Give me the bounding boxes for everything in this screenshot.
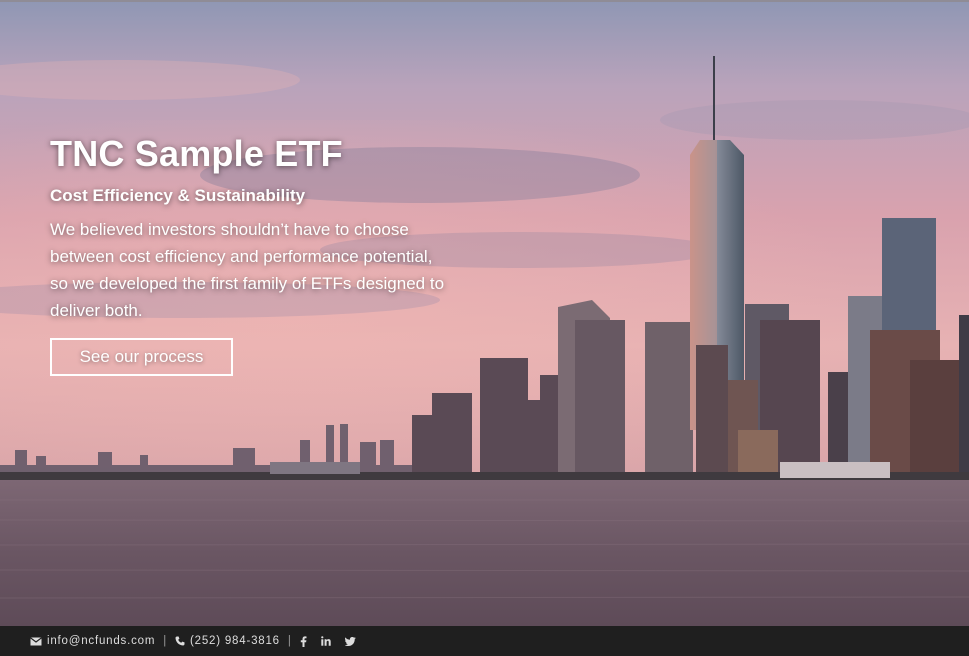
hero-description: We believed investors shouldn’t have to … xyxy=(50,220,445,320)
top-border xyxy=(0,0,969,2)
see-our-process-button[interactable]: See our process xyxy=(50,338,233,376)
twitter-icon[interactable] xyxy=(344,636,356,646)
separator: | xyxy=(163,635,168,647)
separator: | xyxy=(287,635,292,647)
email-link[interactable]: info@ncfunds.com xyxy=(47,635,155,647)
phone-icon xyxy=(175,636,185,646)
hero-section: TNC Sample ETF Cost Efficiency & Sustain… xyxy=(0,0,969,626)
footer-bar: info@ncfunds.com | (252) 984-3816 | xyxy=(0,626,969,656)
footer-contact: info@ncfunds.com | (252) 984-3816 | xyxy=(30,635,364,647)
hero-subtitle: Cost Efficiency & Sustainability xyxy=(50,186,306,205)
envelope-icon xyxy=(30,636,42,646)
linkedin-icon[interactable] xyxy=(320,636,331,646)
facebook-icon[interactable] xyxy=(300,635,307,647)
hero-title: TNC Sample ETF xyxy=(50,133,343,174)
hero-content: TNC Sample ETF Cost Efficiency & Sustain… xyxy=(50,133,450,376)
phone-link[interactable]: (252) 984-3816 xyxy=(190,635,280,647)
